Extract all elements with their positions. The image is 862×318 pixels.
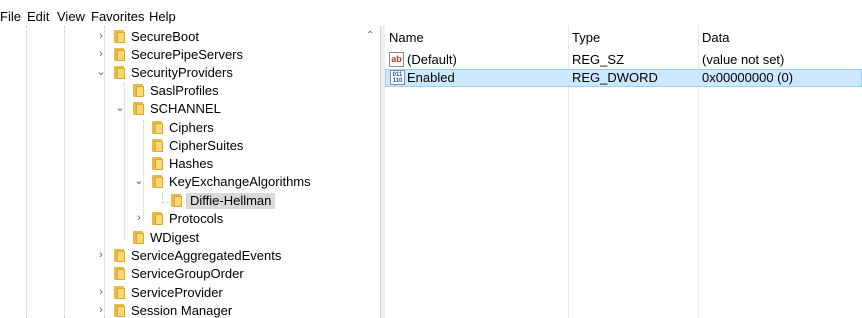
folder-icon: [152, 157, 163, 171]
column-header-name[interactable]: Name: [385, 26, 567, 50]
folder-open-icon: [152, 175, 163, 189]
folder-open-icon: [133, 102, 144, 116]
folder-open-icon: [114, 66, 125, 80]
tree-item-serviceaggregatedevents[interactable]: › ServiceAggregatedEvents: [0, 247, 380, 265]
tree-item-servicegrouporder[interactable]: ServiceGroupOrder: [0, 265, 380, 283]
folder-icon: [133, 84, 144, 98]
tree-item-label: ServiceGroupOrder: [131, 266, 244, 281]
chevron-down-icon[interactable]: ⌄: [134, 176, 144, 187]
values-list[interactable]: Name Type Data ab (Default) REG_SZ (valu…: [385, 26, 862, 318]
value-type: REG_DWORD: [572, 70, 658, 85]
tree-item-protocols[interactable]: › Protocols: [0, 210, 380, 228]
chevron-right-icon[interactable]: ›: [96, 287, 106, 298]
tree-item-keyexchangealgorithms[interactable]: ⌄ KeyExchangeAlgorithms: [0, 173, 380, 191]
chevron-right-icon[interactable]: ›: [134, 213, 144, 224]
binary-value-icon: 011 110: [390, 70, 405, 85]
tree-item-schannel[interactable]: ⌄ SCHANNEL: [0, 100, 380, 118]
menu-bar: File Edit View Favorites Help: [0, 0, 862, 26]
chevron-right-icon[interactable]: ›: [96, 250, 106, 261]
value-name: Enabled: [407, 70, 455, 85]
tree-item-ciphers[interactable]: Ciphers: [0, 119, 380, 137]
tree-item-serviceprovider[interactable]: › ServiceProvider: [0, 284, 380, 302]
folder-icon: [152, 212, 163, 226]
chevron-right-icon[interactable]: ›: [96, 49, 106, 60]
list-item[interactable]: 011 110 Enabled REG_DWORD 0x00000000 (0): [385, 69, 862, 87]
tree-item-diffie-hellman[interactable]: Diffie-Hellman: [0, 192, 380, 210]
folder-icon: [114, 249, 125, 263]
tree-item-securepipeservers[interactable]: › SecurePipeServers: [0, 46, 380, 64]
tree-item-secureboot[interactable]: › SecureBoot: [0, 28, 380, 46]
tree-item-label: Session Manager: [131, 303, 233, 318]
value-name: (Default): [407, 52, 457, 67]
tree-item-label: SecureBoot: [131, 29, 199, 44]
value-data: 0x00000000 (0): [702, 70, 794, 85]
tree-item-label: CipherSuites: [169, 138, 244, 153]
tree-item-hashes[interactable]: Hashes: [0, 155, 380, 173]
folder-icon: [114, 304, 125, 318]
folder-icon: [171, 194, 182, 208]
chevron-down-icon[interactable]: ⌄: [96, 67, 106, 78]
tree-item-label: SCHANNEL: [150, 101, 221, 116]
tree-scrollbar[interactable]: ⌃: [362, 26, 380, 318]
folder-icon: [152, 121, 163, 135]
tree-item-label: SecurityProviders: [131, 65, 233, 80]
folder-icon: [114, 267, 125, 281]
folder-icon: [114, 30, 125, 44]
tree-item-session-manager[interactable]: › Session Manager: [0, 302, 380, 318]
chevron-right-icon[interactable]: ›: [96, 305, 106, 316]
folder-icon: [133, 231, 144, 245]
chevron-right-icon[interactable]: ›: [96, 31, 106, 42]
value-type: REG_SZ: [572, 52, 625, 67]
tree-item-ciphersuites[interactable]: CipherSuites: [0, 137, 380, 155]
menu-favorites[interactable]: Favorites: [91, 9, 144, 25]
tree-item-label: Hashes: [169, 156, 214, 171]
tree-item-label: WDigest: [150, 230, 200, 245]
tree-item-label: ServiceAggregatedEvents: [131, 248, 282, 263]
menu-edit[interactable]: Edit: [27, 9, 49, 25]
tree-item-label: Protocols: [169, 211, 224, 226]
value-data: (value not set): [702, 52, 785, 67]
tree-item-label: ServiceProvider: [131, 285, 223, 300]
menu-view[interactable]: View: [57, 9, 85, 25]
key-tree[interactable]: › SecureBoot › SecurePipeServers ⌄ Secur…: [0, 26, 380, 318]
folder-icon: [114, 48, 125, 62]
chevron-down-icon[interactable]: ⌄: [115, 103, 125, 114]
tree-item-wdigest[interactable]: WDigest: [0, 229, 380, 247]
folder-icon: [114, 286, 125, 300]
menu-file[interactable]: File: [0, 9, 21, 25]
menu-help[interactable]: Help: [149, 9, 176, 25]
column-header-data[interactable]: Data: [698, 26, 862, 50]
list-item[interactable]: ab (Default) REG_SZ (value not set): [385, 51, 862, 69]
scroll-up-arrow-icon[interactable]: ⌃: [366, 30, 374, 41]
column-header-type[interactable]: Type: [568, 26, 698, 50]
tree-item-label: KeyExchangeAlgorithms: [169, 174, 311, 189]
tree-item-label: Diffie-Hellman: [186, 193, 276, 209]
folder-icon: [152, 139, 163, 153]
tree-item-saslprofiles[interactable]: SaslProfiles: [0, 82, 380, 100]
tree-item-label: SaslProfiles: [150, 83, 219, 98]
string-value-icon: ab: [389, 52, 404, 67]
tree-item-label: SecurePipeServers: [131, 47, 243, 62]
tree-item-label: Ciphers: [169, 120, 214, 135]
tree-item-securityproviders[interactable]: ⌄ SecurityProviders: [0, 64, 380, 82]
